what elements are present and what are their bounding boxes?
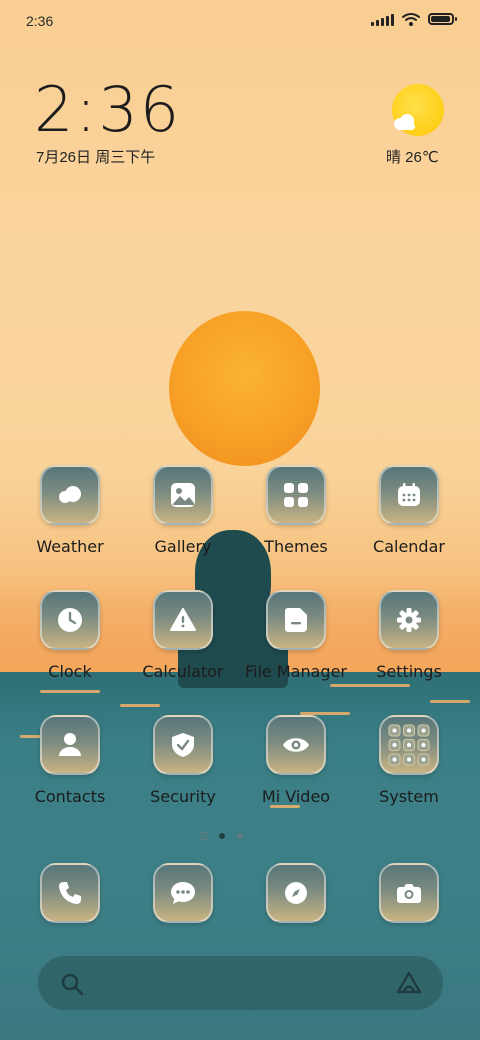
folder-grid-icon xyxy=(388,724,430,766)
dock-camera[interactable] xyxy=(353,863,465,923)
calculator-app-icon[interactable] xyxy=(153,590,213,650)
app-calendar[interactable]: Calendar xyxy=(353,465,465,556)
contacts-app-icon[interactable] xyxy=(40,715,100,775)
app-label: Calculator xyxy=(142,662,224,681)
page-indicator[interactable] xyxy=(200,831,248,841)
battery-icon xyxy=(428,13,457,25)
dock-phone[interactable] xyxy=(14,863,126,923)
status-icons xyxy=(371,12,457,26)
gallery-app-icon[interactable] xyxy=(153,465,213,525)
page-list-icon xyxy=(200,832,208,840)
app-label: Gallery xyxy=(154,537,212,556)
phone-icon xyxy=(59,882,81,904)
signal-icon xyxy=(371,13,394,26)
cloud-icon xyxy=(59,486,81,503)
voice-assistant-icon[interactable] xyxy=(395,970,423,996)
folder-icon xyxy=(285,608,307,632)
wallpaper-shine xyxy=(330,684,410,687)
shield-icon xyxy=(172,733,194,757)
eye-icon xyxy=(283,738,309,752)
clock-icon xyxy=(58,608,82,632)
app-label: Weather xyxy=(36,537,104,556)
compass-icon xyxy=(285,882,307,904)
app-security[interactable]: Security xyxy=(127,715,239,806)
wallpaper-shine xyxy=(120,704,160,707)
app-settings[interactable]: Settings xyxy=(353,590,465,681)
status-time: 2:36 xyxy=(26,13,54,29)
app-clock[interactable]: Clock xyxy=(14,590,126,681)
dock-messages[interactable] xyxy=(127,863,239,923)
file-manager-app-icon[interactable] xyxy=(266,590,326,650)
weather-widget-text[interactable]: 晴 26℃ xyxy=(386,146,439,167)
settings-app-icon[interactable] xyxy=(379,590,439,650)
app-label: Themes xyxy=(264,537,328,556)
app-mi-video[interactable]: Mi Video xyxy=(240,715,352,806)
clock-app-icon[interactable] xyxy=(40,590,100,650)
app-contacts[interactable]: Contacts xyxy=(14,715,126,806)
clock-widget-time[interactable]: 2:36 xyxy=(34,72,181,148)
page-dot-active[interactable] xyxy=(219,833,225,839)
app-label: Mi Video xyxy=(261,787,331,806)
home-screen: 2:36 2:36 7月26日 周三下午 晴 26℃ Weather Galle… xyxy=(0,0,480,1040)
camera-icon xyxy=(397,884,421,903)
calendar-app-icon[interactable] xyxy=(379,465,439,525)
app-label: Calendar xyxy=(373,537,445,556)
app-file-manager[interactable]: File Manager xyxy=(240,590,352,681)
wifi-icon xyxy=(402,13,420,26)
themes-app-icon[interactable] xyxy=(266,465,326,525)
person-icon xyxy=(59,733,81,756)
mi-video-app-icon[interactable] xyxy=(266,715,326,775)
app-gallery[interactable]: Gallery xyxy=(127,465,239,556)
page-dot[interactable] xyxy=(237,833,243,839)
system-folder-icon[interactable] xyxy=(379,715,439,775)
app-label: Security xyxy=(150,787,216,806)
search-icon xyxy=(61,973,84,996)
grid-icon xyxy=(284,483,308,507)
image-icon xyxy=(171,483,195,507)
clock-widget-date[interactable]: 7月26日 周三下午 xyxy=(36,146,155,167)
app-system-folder[interactable]: System xyxy=(353,715,465,806)
chat-icon xyxy=(171,882,195,904)
calendar-icon xyxy=(398,483,420,506)
messages-app-icon[interactable] xyxy=(153,863,213,923)
app-label: Contacts xyxy=(34,787,106,806)
app-label: Settings xyxy=(376,662,442,681)
search-bar[interactable] xyxy=(38,956,443,1010)
app-calculator[interactable]: Calculator xyxy=(127,590,239,681)
weather-cloud-icon xyxy=(394,114,415,130)
warning-icon xyxy=(170,608,196,631)
app-themes[interactable]: Themes xyxy=(240,465,352,556)
wallpaper-shine xyxy=(430,700,470,703)
security-app-icon[interactable] xyxy=(153,715,213,775)
app-label: System xyxy=(379,787,439,806)
wallpaper-shine xyxy=(40,690,100,693)
app-label: Clock xyxy=(48,662,92,681)
weather-app-icon[interactable] xyxy=(40,465,100,525)
browser-app-icon[interactable] xyxy=(266,863,326,923)
gear-icon xyxy=(397,608,421,632)
camera-app-icon[interactable] xyxy=(379,863,439,923)
dock-browser[interactable] xyxy=(240,863,352,923)
wallpaper-sun xyxy=(169,311,320,466)
app-weather[interactable]: Weather xyxy=(14,465,126,556)
phone-app-icon[interactable] xyxy=(40,863,100,923)
app-label: File Manager xyxy=(245,662,347,681)
